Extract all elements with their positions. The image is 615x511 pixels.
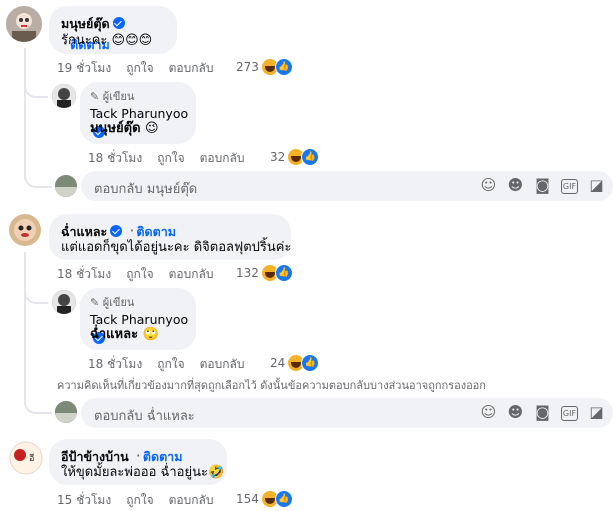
like-icon: 👍 bbox=[301, 354, 320, 372]
reply-input[interactable]: ตอบกลับ มนุษย์ตุ๊ด ☺ ☻ ◙ GIF ◪ bbox=[81, 171, 613, 201]
comment-bubble: มนุษย์ตุ๊ด · ติดตาม รักนะคะ 😊😊😊 bbox=[49, 6, 177, 54]
reaction-count: 24 bbox=[270, 356, 286, 370]
commenter-name[interactable]: มนุษย์ตุ๊ด bbox=[61, 16, 110, 31]
commenter-name[interactable]: อีป้าข้างบ้าน bbox=[61, 449, 129, 464]
verified-icon bbox=[110, 225, 123, 237]
reply-bubble: ✎ ผู้เขียน Tack Pharunyoo มนุษย์ตุ๊ด 😉 bbox=[80, 82, 196, 144]
thread-corner bbox=[24, 286, 48, 304]
comment-bubble: ฉ่ำแหละ · ติดตาม แต่แอดก็ขุดได้อยู่นะคะ ด… bbox=[49, 214, 291, 260]
reply-button[interactable]: ตอบกลับ bbox=[200, 151, 245, 165]
reaction-count: 132 bbox=[236, 266, 259, 280]
comment-bubble: อีป้าข้างบ้าน · ติดตาม ให้ขุดมั้ยละพ่อออ … bbox=[49, 439, 227, 485]
thread-line bbox=[24, 252, 26, 404]
reaction-count: 32 bbox=[270, 150, 286, 164]
reply-input[interactable]: ตอบกลับ ฉ่ำแหละ ☺ ☻ ◙ GIF ◪ bbox=[81, 398, 613, 428]
avatar[interactable] bbox=[9, 214, 41, 246]
comment-actions: 18 ชั่วโมง ถูกใจ ตอบกลับ bbox=[88, 149, 259, 168]
follow-button[interactable]: ติดตาม bbox=[136, 224, 176, 239]
commenter-name[interactable]: Tack Pharunyoo bbox=[90, 312, 188, 327]
commenter-name[interactable]: ฉ่ำแหละ bbox=[61, 224, 107, 239]
avatar[interactable] bbox=[52, 84, 76, 108]
thread-line bbox=[24, 48, 26, 180]
reaction-summary[interactable]: 132 👍 bbox=[236, 264, 293, 282]
reply-button[interactable]: ตอบกลับ bbox=[169, 267, 214, 281]
comment-text: แต่แอดก็ขุดได้อยู่นะคะ ดิจิตอลฟุตปริ้นค่… bbox=[61, 240, 292, 255]
comment-actions: 15 ชั่วโมง ถูกใจ ตอบกลับ bbox=[57, 491, 228, 510]
like-icon: 👍 bbox=[274, 58, 293, 76]
like-icon: 👍 bbox=[274, 264, 293, 282]
timestamp[interactable]: 18 ชั่วโมง bbox=[57, 267, 111, 281]
thread-corner bbox=[24, 168, 52, 188]
thread-corner bbox=[24, 394, 52, 414]
timestamp[interactable]: 18 ชั่วโมง bbox=[88, 357, 142, 371]
reaction-count: 154 bbox=[236, 492, 259, 506]
avatar-sticker-icon[interactable]: ☺ bbox=[480, 404, 497, 421]
sticker-icon[interactable]: ◪ bbox=[588, 404, 605, 421]
commenter-name[interactable]: Tack Pharunyoo bbox=[90, 106, 188, 121]
reaction-summary[interactable]: 32 👍 bbox=[270, 148, 320, 166]
comment-actions: 18 ชั่วโมง ถูกใจ ตอบกลับ bbox=[57, 265, 228, 284]
like-button[interactable]: ถูกใจ bbox=[126, 61, 153, 75]
gif-icon[interactable]: GIF bbox=[561, 179, 578, 194]
pen-icon: ✎ bbox=[90, 90, 100, 103]
reply-button[interactable]: ตอบกลับ bbox=[169, 61, 214, 75]
comment-text: ให้ขุดมั้ยละพ่อออ ฉ่ำอยู่นะ🤣 bbox=[61, 465, 225, 480]
like-button[interactable]: ถูกใจ bbox=[157, 151, 184, 165]
timestamp[interactable]: 19 ชั่วโมง bbox=[57, 61, 111, 75]
avatar[interactable] bbox=[55, 175, 77, 197]
follow-button[interactable]: ติดตาม bbox=[143, 449, 183, 464]
pen-icon: ✎ bbox=[90, 296, 100, 309]
reaction-summary[interactable]: 24 👍 bbox=[270, 354, 320, 372]
avatar[interactable]: อี bbox=[9, 441, 43, 475]
timestamp[interactable]: 18 ชั่วโมง bbox=[88, 151, 142, 165]
avatar-sticker-icon[interactable]: ☺ bbox=[480, 177, 497, 194]
like-icon: 👍 bbox=[301, 148, 320, 166]
emoji-icon[interactable]: ☻ bbox=[507, 177, 524, 194]
like-button[interactable]: ถูกใจ bbox=[157, 357, 184, 371]
reply-placeholder: ตอบกลับ ฉ่ำแหละ bbox=[94, 409, 195, 424]
verified-icon bbox=[112, 17, 125, 29]
comment-text: มนุษย์ตุ๊ด 😉 bbox=[90, 121, 159, 136]
timestamp[interactable]: 15 ชั่วโมง bbox=[57, 493, 111, 507]
avatar[interactable] bbox=[6, 6, 42, 42]
reply-button[interactable]: ตอบกลับ bbox=[200, 357, 245, 371]
camera-icon[interactable]: ◙ bbox=[534, 404, 551, 421]
reply-placeholder: ตอบกลับ มนุษย์ตุ๊ด bbox=[94, 182, 198, 197]
gif-icon[interactable]: GIF bbox=[561, 406, 578, 421]
avatar[interactable] bbox=[52, 290, 76, 314]
avatar[interactable] bbox=[55, 401, 77, 423]
like-button[interactable]: ถูกใจ bbox=[126, 493, 153, 507]
like-button[interactable]: ถูกใจ bbox=[126, 267, 153, 281]
sticker-icon[interactable]: ◪ bbox=[588, 177, 605, 194]
reaction-summary[interactable]: 273 👍 bbox=[236, 58, 293, 76]
comment-actions: 19 ชั่วโมง ถูกใจ ตอบกลับ bbox=[57, 59, 228, 78]
filter-note: ความคิดเห็นที่เกี่ยวข้องมากที่สุดถูกเลือ… bbox=[57, 379, 486, 392]
author-badge: ผู้เขียน bbox=[102, 90, 135, 103]
author-badge: ผู้เขียน bbox=[102, 296, 135, 309]
reply-button[interactable]: ตอบกลับ bbox=[169, 493, 214, 507]
like-icon: 👍 bbox=[274, 490, 293, 508]
camera-icon[interactable]: ◙ bbox=[534, 177, 551, 194]
thread-corner bbox=[24, 80, 48, 98]
comment-actions: 18 ชั่วโมง ถูกใจ ตอบกลับ bbox=[88, 355, 259, 374]
reaction-summary[interactable]: 154 👍 bbox=[236, 490, 293, 508]
comment-text: ฉ่ำแหละ 🙄 bbox=[90, 327, 159, 342]
reaction-count: 273 bbox=[236, 60, 259, 74]
comment-text: รักนะคะ 😊😊😊 bbox=[61, 33, 153, 48]
emoji-icon[interactable]: ☻ bbox=[507, 404, 524, 421]
reply-bubble: ✎ ผู้เขียน Tack Pharunyoo ฉ่ำแหละ 🙄 bbox=[80, 288, 196, 350]
svg-text:อี: อี bbox=[29, 453, 34, 464]
